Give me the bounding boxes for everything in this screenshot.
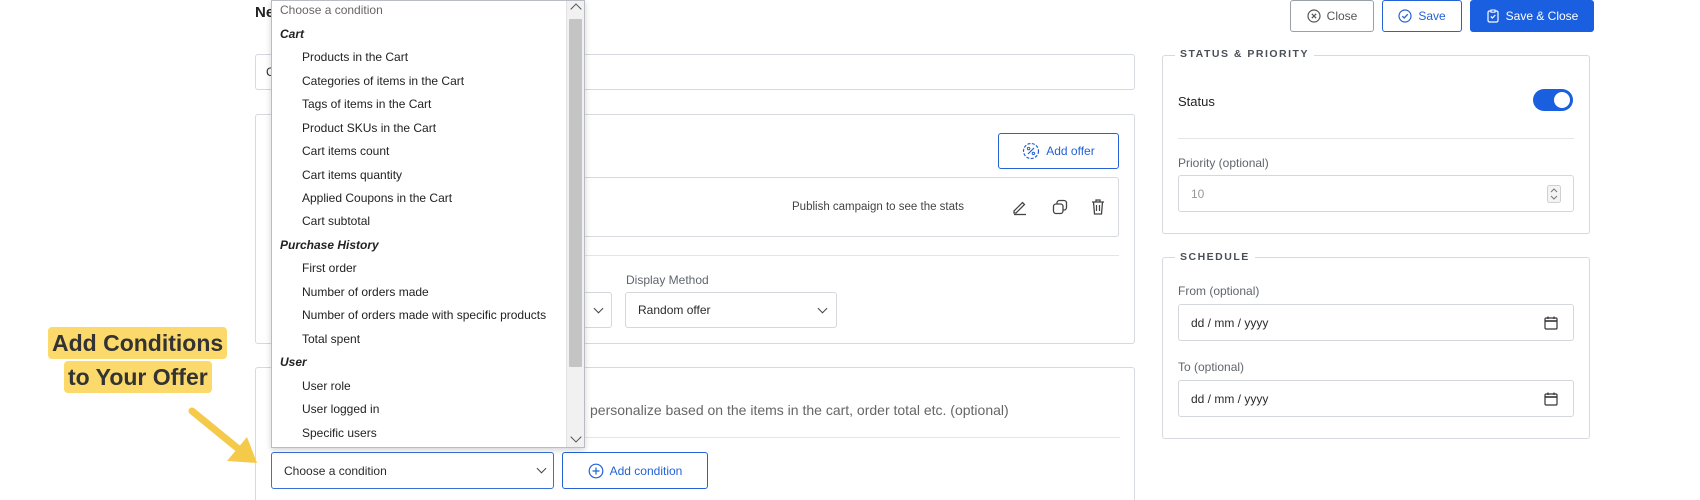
- status-priority-legend: STATUS & PRIORITY: [1175, 48, 1314, 60]
- callout-arrow-icon: [185, 405, 265, 467]
- number-stepper-icon[interactable]: [1547, 185, 1561, 203]
- scroll-down-arrow-icon[interactable]: [570, 431, 582, 443]
- conditions-divider: [555, 437, 1120, 438]
- option-orders-with-products[interactable]: Number of orders made with specific prod…: [272, 308, 546, 322]
- offer-row: Publish campaign to see the stats: [575, 177, 1119, 237]
- from-date-input[interactable]: dd / mm / yyyy: [1178, 304, 1574, 341]
- option-specific-users[interactable]: Specific users: [272, 426, 377, 440]
- option-first-order[interactable]: First order: [272, 261, 357, 275]
- option-cart-items-quantity[interactable]: Cart items quantity: [272, 168, 402, 182]
- priority-label: Priority (optional): [1178, 156, 1269, 170]
- group-purchase-history: Purchase History: [280, 238, 379, 252]
- option-cart-items-count[interactable]: Cart items count: [272, 144, 389, 158]
- group-user: User: [280, 355, 307, 369]
- option-total-spent[interactable]: Total spent: [272, 332, 360, 346]
- to-date-placeholder: dd / mm / yyyy: [1191, 391, 1269, 406]
- save-button-label: Save: [1418, 9, 1446, 23]
- display-method-select[interactable]: Random offer: [625, 292, 837, 328]
- scroll-up-arrow-icon[interactable]: [570, 3, 582, 15]
- save-close-button[interactable]: Save & Close: [1470, 0, 1594, 32]
- option-user-logged-in[interactable]: User logged in: [272, 402, 379, 416]
- status-toggle[interactable]: [1533, 89, 1573, 111]
- add-offer-button[interactable]: Add offer: [998, 133, 1119, 169]
- delete-trash-icon[interactable]: [1090, 198, 1106, 216]
- dropdown-placeholder[interactable]: Choose a condition: [272, 3, 383, 17]
- edit-pencil-icon[interactable]: [1011, 198, 1029, 216]
- display-method-label: Display Method: [626, 273, 709, 287]
- conditions-description: personalize based on the items in the ca…: [590, 402, 1009, 418]
- chevron-down-icon: [593, 303, 604, 314]
- option-user-role[interactable]: User role: [272, 379, 351, 393]
- group-cart: Cart: [280, 27, 305, 41]
- calendar-icon[interactable]: [1544, 316, 1558, 330]
- dropdown-scrollbar[interactable]: [566, 1, 584, 447]
- chevron-down-icon: [817, 303, 828, 314]
- option-skus-in-cart[interactable]: Product SKUs in the Cart: [272, 121, 436, 135]
- priority-placeholder: 10: [1191, 186, 1205, 201]
- plus-circle-icon: [588, 463, 604, 479]
- option-products-in-cart[interactable]: Products in the Cart: [272, 50, 408, 64]
- status-label: Status: [1178, 94, 1215, 109]
- option-applied-coupons[interactable]: Applied Coupons in the Cart: [272, 191, 452, 205]
- from-label: From (optional): [1178, 284, 1260, 298]
- add-offer-label: Add offer: [1046, 144, 1095, 158]
- save-clipboard-icon: [1486, 9, 1500, 23]
- schedule-legend: SCHEDULE: [1175, 251, 1255, 263]
- close-button[interactable]: Close: [1290, 0, 1374, 32]
- close-button-label: Close: [1326, 9, 1358, 23]
- add-condition-label: Add condition: [609, 463, 683, 478]
- callout-line-2: to Your Offer: [64, 361, 212, 393]
- chevron-down-icon: [536, 463, 547, 474]
- condition-select[interactable]: Choose a condition: [271, 452, 554, 489]
- condition-select-value: Choose a condition: [284, 463, 387, 478]
- add-offer-icon: [1022, 142, 1040, 160]
- from-date-placeholder: dd / mm / yyyy: [1191, 315, 1269, 330]
- to-date-input[interactable]: dd / mm / yyyy: [1178, 380, 1574, 417]
- add-condition-button[interactable]: Add condition: [562, 452, 708, 489]
- condition-dropdown-list[interactable]: Choose a condition Cart Products in the …: [271, 0, 585, 448]
- display-method-value: Random offer: [638, 303, 711, 317]
- priority-input[interactable]: 10: [1178, 175, 1574, 212]
- close-circle-icon: [1307, 9, 1321, 23]
- scrollbar-thumb[interactable]: [569, 19, 582, 367]
- option-tags-in-cart[interactable]: Tags of items in the Cart: [272, 97, 431, 111]
- offer-stats-text: Publish campaign to see the stats: [792, 201, 964, 213]
- duplicate-icon[interactable]: [1051, 198, 1069, 216]
- option-cart-subtotal[interactable]: Cart subtotal: [272, 214, 370, 228]
- check-circle-icon: [1398, 9, 1412, 23]
- option-number-of-orders[interactable]: Number of orders made: [272, 285, 429, 299]
- to-label: To (optional): [1178, 360, 1245, 374]
- save-close-button-label: Save & Close: [1505, 9, 1579, 23]
- save-button[interactable]: Save: [1382, 0, 1462, 32]
- status-divider: [1178, 138, 1574, 139]
- option-categories-in-cart[interactable]: Categories of items in the Cart: [272, 74, 464, 88]
- callout-line-1: Add Conditions: [48, 327, 228, 359]
- offers-divider: [575, 255, 1119, 256]
- calendar-icon[interactable]: [1544, 392, 1558, 406]
